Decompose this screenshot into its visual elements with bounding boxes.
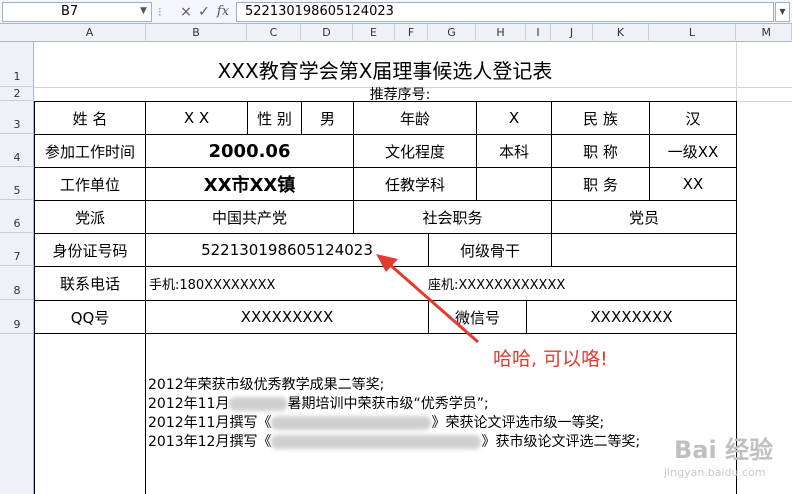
watermark-url: jingyan.baidu.com: [664, 466, 766, 479]
arrow-shaft: [387, 261, 479, 344]
annotation-arrow: [376, 254, 479, 344]
annotation-text: 哈哈, 可以咯!: [493, 348, 608, 370]
watermark-logo: Bai 经验: [674, 436, 774, 464]
